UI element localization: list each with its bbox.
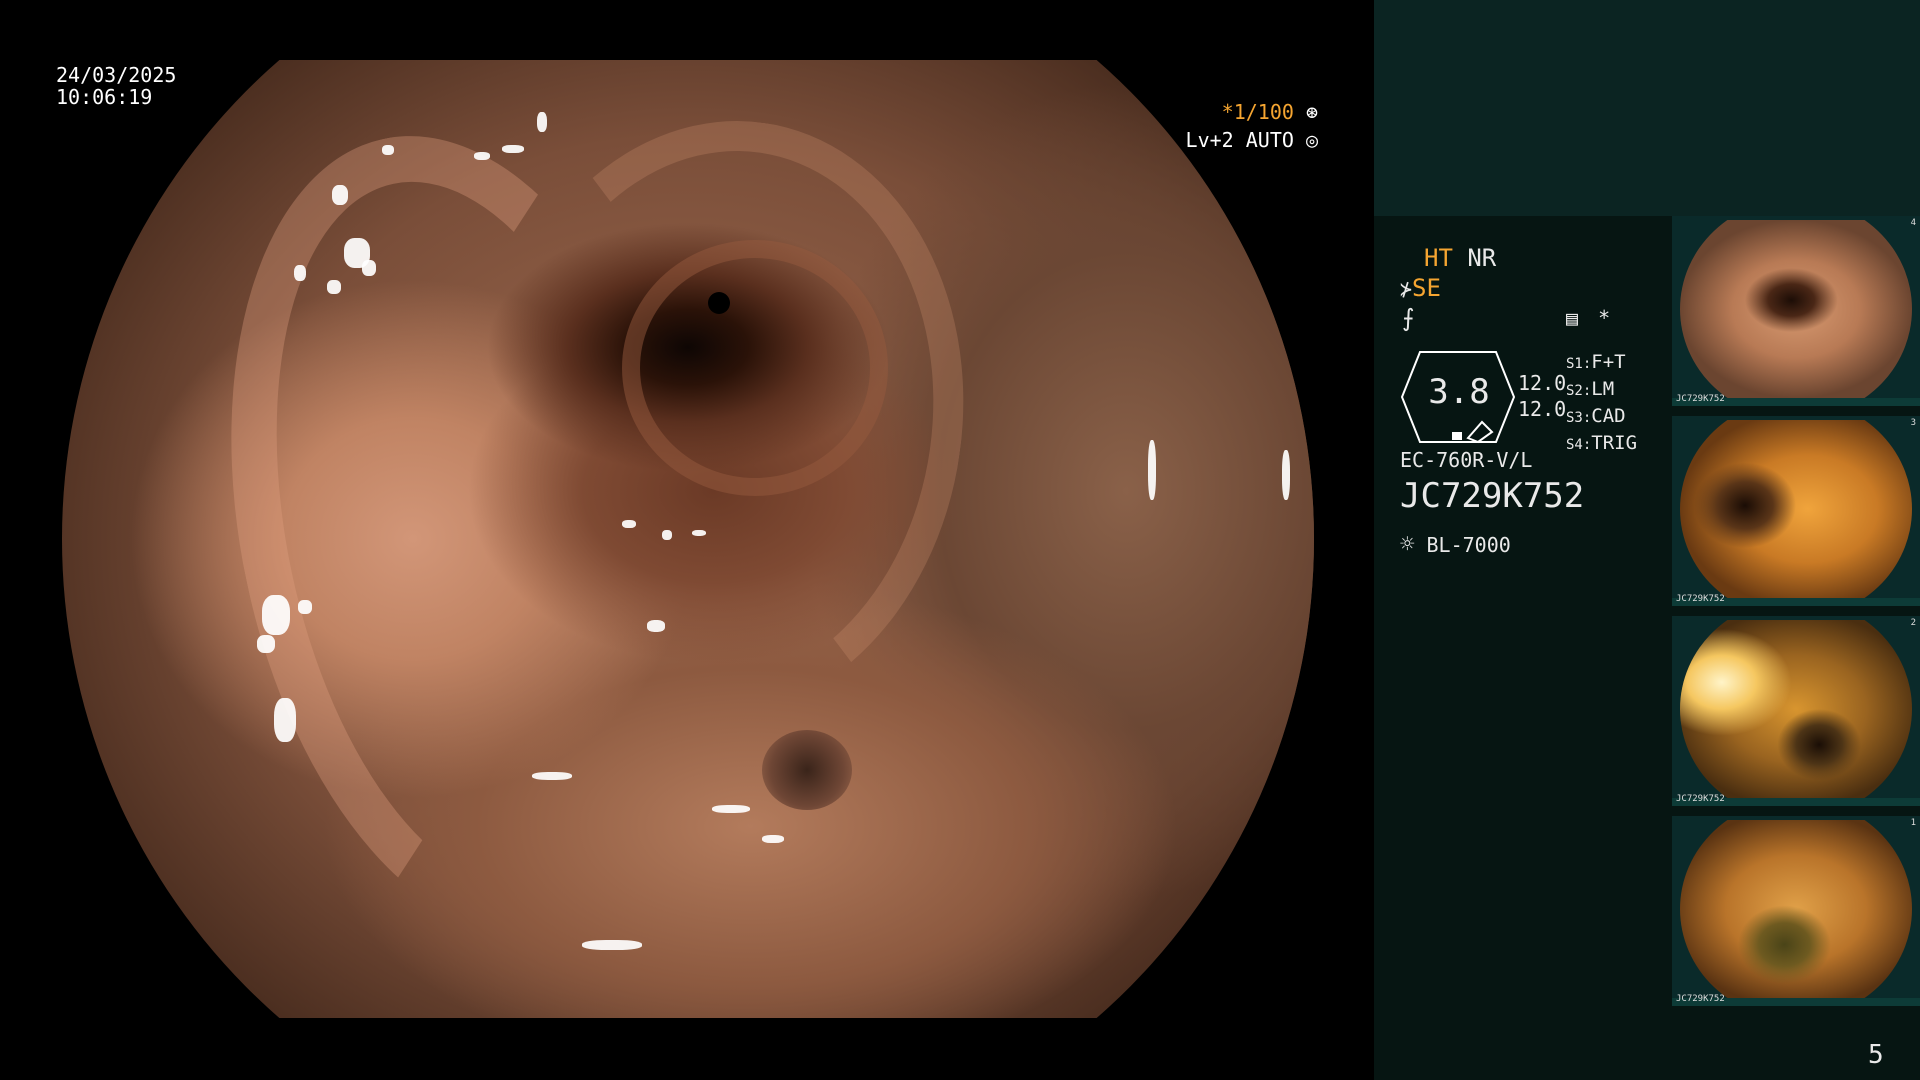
switch-row: S4:TRIG xyxy=(1566,432,1638,454)
thumbnail-image xyxy=(1680,620,1912,798)
switch-row: S2:LM xyxy=(1566,378,1615,400)
thumbnail-index: 4 xyxy=(1910,218,1916,228)
thumbnail[interactable]: 3 JC729K752 xyxy=(1672,416,1920,606)
switch-row: S1:F+T xyxy=(1566,351,1626,373)
thumbnail-index: 3 xyxy=(1910,418,1916,428)
thumbnail-label: JC729K752 xyxy=(1676,994,1725,1004)
date-text: 24/03/2025 xyxy=(56,63,177,87)
processing-modes: HT NR xyxy=(1424,244,1496,272)
thumbnail-index: 2 xyxy=(1910,618,1916,628)
thumbnail[interactable]: 2 JC729K752 xyxy=(1672,616,1920,806)
thumbnail-index: 1 xyxy=(1910,818,1916,828)
gauge-pointer xyxy=(1466,420,1494,444)
value-1: 12.0 xyxy=(1518,371,1567,395)
light-source: ☼ BL-7000 xyxy=(1400,530,1511,558)
iris-text: Lv+2 AUTO xyxy=(1185,128,1294,152)
scale-value: 3.8 xyxy=(1428,372,1490,412)
switch-marker: * xyxy=(1598,306,1611,330)
light-source-label: BL-7000 xyxy=(1426,533,1511,557)
thumbnail[interactable]: 4 JC729K752 xyxy=(1672,216,1920,406)
parameter-values: 12.0 12.0 xyxy=(1518,370,1566,422)
memo-icon: ▤ xyxy=(1566,306,1579,330)
iris-icon: ◎ xyxy=(1305,128,1318,152)
thumbnail-image xyxy=(1680,420,1912,598)
switch-memo: ▤ * xyxy=(1566,306,1610,330)
shutter-text: *1/100 xyxy=(1221,100,1294,124)
nr-label: NR xyxy=(1467,244,1497,272)
endoscopic-image xyxy=(62,60,1314,1018)
time-text: 10:06:19 xyxy=(56,85,153,109)
page-number: 5 xyxy=(1868,1040,1884,1070)
scope-model: EC-760R-V/L xyxy=(1400,448,1533,472)
shutter-icon: ⊛ xyxy=(1305,100,1318,124)
switch-row: S3:CAD xyxy=(1566,405,1626,427)
thumbnail-label: JC729K752 xyxy=(1676,594,1725,604)
thumbnail-strip: 4 JC729K752 3 JC729K752 2 JC729K752 1 JC… xyxy=(1672,216,1920,1016)
switch-list: S1:F+T S2:LM S3:CAD S4:TRIG xyxy=(1566,350,1637,458)
se-icon: ⊁ xyxy=(1400,277,1413,301)
thumbnail[interactable]: 1 JC729K752 xyxy=(1672,816,1920,1006)
ht-label: HT xyxy=(1424,244,1453,272)
thumbnail-image xyxy=(1680,820,1912,998)
se-label: SE xyxy=(1412,274,1441,302)
thumbnail-label: JC729K752 xyxy=(1676,794,1725,804)
scope-serial: JC729K752 xyxy=(1400,476,1585,516)
gauge-marker xyxy=(1452,432,1462,440)
thumbnail-label: JC729K752 xyxy=(1676,394,1725,404)
exposure-readout: *1/100 ⊛ Lv+2 AUTO ◎ xyxy=(1018,98,1374,154)
info-panel-header xyxy=(1374,0,1920,216)
value-2: 12.0 xyxy=(1518,397,1567,421)
endoscope-viewport: 24/03/2025 10:06:19 *1/100 ⊛ Lv+2 AUTO ◎ xyxy=(0,0,1374,1080)
timestamp: 24/03/2025 10:06:19 xyxy=(56,64,176,108)
enhance-icon: ⨍ xyxy=(1402,304,1415,332)
se-mode: ⊁SE xyxy=(1400,274,1441,302)
lamp-icon: ☼ xyxy=(1400,530,1415,558)
thumbnail-image xyxy=(1680,220,1912,398)
